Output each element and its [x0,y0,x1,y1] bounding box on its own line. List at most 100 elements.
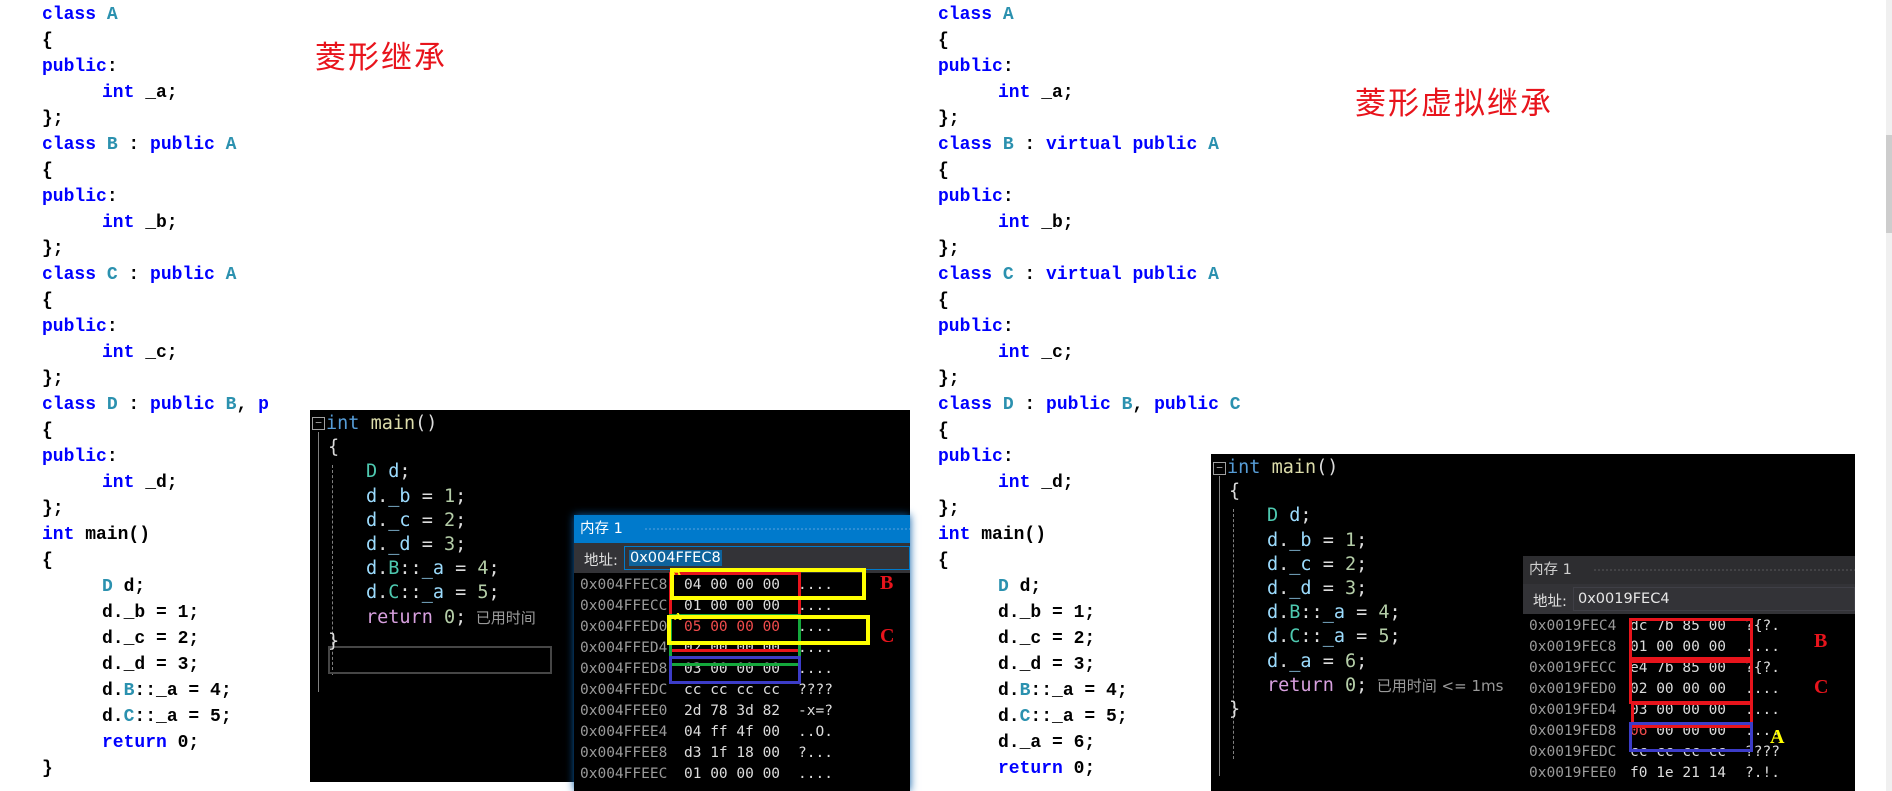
code-token: : [106,447,118,467]
code-token: . [377,582,389,604]
code-token: 6 [1344,650,1357,672]
memory-row[interactable]: 0x004FFED8 03 00 00 00.... [574,659,910,680]
code-token: d [366,558,378,580]
memory-address: 0x004FFEE4 [580,724,668,740]
code-token: () [415,413,438,434]
code-token: d [366,582,378,604]
code-line: } [42,756,268,782]
memory-address: 0x004FFEE8 [580,745,668,761]
memory-bytes[interactable]: 05 00 00 00 [684,617,780,638]
address-input[interactable]: 0x004FFEC8 [624,546,910,570]
memory-bytes[interactable]: 04 00 00 00 [684,575,780,596]
scrollbar-thumb[interactable] [1886,135,1892,233]
memory-bytes[interactable]: f0 1e 21 14 [1630,763,1726,784]
keyword-token: int [102,83,135,103]
code-token: }; [938,369,960,389]
memory-bytes[interactable]: cc cc cc cc [684,680,780,701]
left-memory-window[interactable]: 内存 1 地址: 0x004FFEC8 0x004FFEC8 04 00 00 0… [574,515,910,791]
memory-bytes[interactable]: dc 7b 85 00 [1630,616,1726,637]
code-token: d [1267,650,1279,672]
keyword-token: public [938,317,1003,337]
ide-code-line[interactable]: } [328,628,339,656]
code-token: { [1229,481,1241,503]
memory-bytes[interactable]: e4 7b 85 00 [1630,658,1726,679]
memory-row[interactable]: 0x004FFEE8 d3 1f 18 00?... [574,743,910,764]
keyword-token: class [938,135,1003,155]
memory-row[interactable]: 0x004FFEE4 04 ff 4f 00 ..O. [574,722,910,743]
memory-ascii: .... [798,577,833,593]
code-token: main() [74,525,151,545]
current-line-highlight [328,646,552,674]
memory-bytes[interactable]: 01 00 00 00 [1630,637,1726,658]
memory-bytes[interactable]: 04 ff 4f 00 [684,722,780,743]
code-token: ::_a = 5; [134,707,232,727]
memory-row[interactable]: 0x004FFEC8 04 00 00 00.... [574,575,910,596]
ide-code-line[interactable]: int main() [1227,454,1338,482]
code-token: d [1267,578,1279,599]
code-line: return 0; [938,756,1241,782]
code-token: ; [455,606,467,628]
memory-row[interactable]: 0x004FFECC 01 00 00 00.... [574,596,910,617]
memory-window-title: 内存 1 [1529,562,1572,578]
memory-bytes[interactable]: d3 1f 18 00 [684,743,780,764]
collapse-icon[interactable]: − [312,417,325,430]
memory-row[interactable]: 0x0019FEDC cc cc cc cc???? [1523,742,1855,763]
address-input[interactable]: 0x0019FEC4 [1573,587,1855,611]
memory-row[interactable]: 0x0019FEE0 f0 1e 21 14?.!. [1523,763,1855,784]
keyword-token: int [102,473,135,493]
memory-bytes[interactable]: cc cc cc cc [1630,742,1726,763]
code-token: { [328,437,340,459]
code-line: int main() [938,522,1241,548]
collapse-icon[interactable]: − [1213,462,1226,475]
memory-row[interactable]: 0x004FFED0 05 00 00 00.... [574,617,910,638]
memory-row[interactable]: 0x0019FED8 06 00 00 00.... [1523,721,1855,742]
memory-row[interactable]: 0x0019FED4 03 00 00 00.... [1523,700,1855,721]
type-token: B [225,395,237,415]
memory-bytes[interactable]: 03 00 00 00 [684,659,780,680]
ide-code-line[interactable]: int main() [326,410,437,438]
memory-bytes[interactable]: 02 00 00 00 [1630,679,1726,700]
right-memory-window[interactable]: 内存 1 地址: 0x0019FEC4 0x0019FEC4 dc 7b 85 0… [1523,556,1855,791]
ide-code-line[interactable]: return 0; 已用时间 [366,604,536,632]
memory-row[interactable]: 0x004FFEDC cc cc cc cc???? [574,680,910,701]
label-a-tiny-2: A [674,611,682,623]
code-token: = [443,558,478,580]
ide-code-line[interactable]: return 0; 已用时间 <= 1ms [1267,672,1503,700]
ide-code-line[interactable]: { [328,434,339,462]
memory-row[interactable]: 0x004FFED4 02 00 00 00.... [574,638,910,659]
memory-row[interactable]: 0x0019FECC e4 7b 85 00 ?{?. [1523,658,1855,679]
code-token: _b [1289,529,1312,551]
memory-row[interactable]: 0x004FFEEC 01 00 00 00.... [574,764,910,785]
memory-bytes[interactable]: 2d 78 3d 82 [684,701,780,722]
code-token: return [1267,674,1345,696]
memory-bytes[interactable]: 03 00 00 00 [1630,700,1726,721]
code-token: 0 [1344,674,1357,696]
memory-row[interactable]: 0x0019FED0 02 00 00 00.... [1523,679,1855,700]
memory-bytes[interactable]: 02 00 00 00 [684,638,780,659]
code-token: } [1229,699,1241,720]
memory-row[interactable]: 0x0019FEC8 01 00 00 00.... [1523,637,1855,658]
ide-code-line[interactable]: { [1229,478,1240,506]
code-token: d._a = 6; [998,733,1096,753]
code-line: { [938,158,1241,184]
memory-bytes[interactable]: 06 00 00 00 [1630,721,1726,742]
code-token: d._c = 2; [998,629,1096,649]
code-line: }; [938,366,1241,392]
code-token: ; [1300,505,1312,527]
code-token: d [388,461,400,483]
code-token: () [1316,457,1339,478]
memory-bytes[interactable]: 01 00 00 00 [684,764,780,785]
page-scrollbar[interactable] [1886,0,1892,791]
type-token: D [102,577,113,597]
code-line: }; [42,366,268,392]
memory-bytes[interactable]: 01 00 00 00 [684,596,780,617]
code-line: }; [42,106,268,132]
memory-window-titlebar[interactable]: 内存 1 [574,515,910,543]
memory-row[interactable]: 0x004FFEE0 2d 78 3d 82 -x=? [574,701,910,722]
keyword-token: public [258,395,268,415]
memory-row[interactable]: 0x0019FEC4 dc 7b 85 00 ?{?. [1523,616,1855,637]
memory-window-titlebar[interactable]: 内存 1 [1523,556,1855,584]
code-line: class D : public B, public C [938,392,1241,418]
ide-code-line[interactable]: } [1229,696,1240,724]
address-label: 地址: [584,553,618,569]
